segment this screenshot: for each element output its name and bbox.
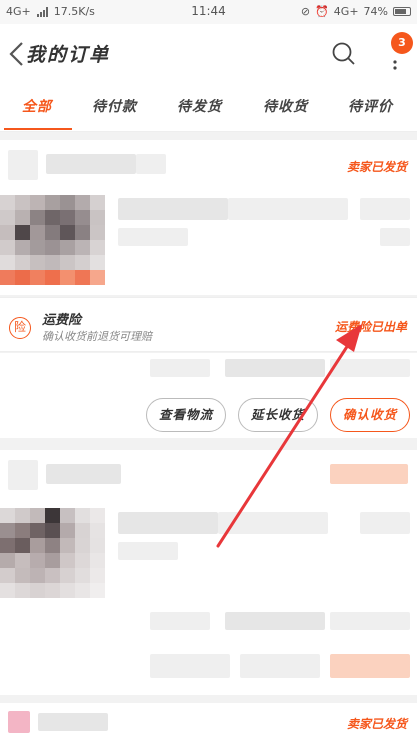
- product-title-redacted: [218, 512, 328, 534]
- order-card[interactable]: 卖家已发货: [0, 140, 417, 295]
- shop-avatar: [8, 460, 38, 490]
- shop-avatar: [8, 150, 38, 180]
- insurance-subtitle: 确认收货前退货可理赔: [42, 330, 152, 343]
- shop-name-redacted: [136, 154, 166, 174]
- order-total-redacted: [225, 612, 325, 630]
- tab-pending-receipt[interactable]: 待收货: [263, 96, 308, 116]
- active-tab-indicator: [4, 128, 72, 130]
- product-image[interactable]: [0, 508, 105, 598]
- product-image[interactable]: [0, 195, 105, 285]
- tab-pending-shipment[interactable]: 待发货: [177, 96, 222, 116]
- order-status: 卖家已发货: [346, 160, 407, 174]
- shop-avatar: [8, 711, 30, 733]
- action-button-redacted: [240, 654, 320, 678]
- alarm-icon: ⏰: [315, 5, 329, 18]
- page-title: 我的订单: [26, 44, 111, 66]
- tab-all[interactable]: 全部: [22, 96, 52, 116]
- product-qty-redacted: [380, 228, 410, 246]
- extend-receipt-button[interactable]: 延长收货: [238, 398, 318, 432]
- order-tabs: 全部 待付款 待发货 待收货 待评价: [0, 84, 417, 132]
- product-price-redacted: [360, 198, 410, 220]
- mute-icon: ⊘: [300, 5, 311, 18]
- battery-percent: 74%: [363, 5, 388, 18]
- order-total-redacted: [330, 612, 410, 630]
- nav-bar: 我的订单 3: [0, 24, 417, 84]
- tab-pending-review[interactable]: 待评价: [348, 96, 393, 116]
- order-actions: 查看物流 延长收货 确认收货: [0, 353, 417, 438]
- insurance-icon: 险: [9, 317, 31, 339]
- search-icon[interactable]: [330, 40, 358, 68]
- order-status-redacted: [330, 464, 408, 484]
- order-card[interactable]: [0, 450, 417, 695]
- notification-badge: 3: [391, 32, 413, 54]
- status-bar: 4G+ 17.5K/s 11:44 ⊘ ⏰ 4G+ 74%: [0, 0, 417, 24]
- insurance-title: 运费险: [42, 313, 82, 328]
- order-card[interactable]: 卖家已发货: [0, 703, 417, 753]
- product-spec-redacted: [118, 542, 178, 560]
- order-total-redacted: [330, 359, 410, 377]
- shop-name-redacted: [46, 154, 136, 174]
- order-total-redacted: [150, 359, 210, 377]
- insurance-status: 运费险已出单: [334, 320, 407, 334]
- product-title-redacted: [118, 198, 228, 220]
- order-total-redacted: [225, 359, 325, 377]
- product-price-redacted: [360, 512, 410, 534]
- status-right: ⊘ ⏰ 4G+ 74%: [301, 5, 411, 18]
- shop-name-redacted: [46, 464, 121, 484]
- battery-icon: [393, 7, 411, 16]
- shop-name-redacted: [38, 713, 108, 731]
- confirm-receipt-button[interactable]: 确认收货: [330, 398, 410, 432]
- network-type-right: 4G+: [333, 5, 359, 18]
- view-logistics-button[interactable]: 查看物流: [146, 398, 226, 432]
- product-spec-redacted: [118, 228, 188, 246]
- product-title-redacted: [228, 198, 348, 220]
- tab-pending-payment[interactable]: 待付款: [92, 96, 137, 116]
- shipping-insurance-row[interactable]: 险 运费险 确认收货前退货可理赔 运费险已出单: [0, 297, 417, 352]
- order-status: 卖家已发货: [346, 717, 407, 731]
- action-button-redacted: [150, 654, 230, 678]
- product-title-redacted: [118, 512, 218, 534]
- order-total-redacted: [150, 612, 210, 630]
- action-button-redacted: [330, 654, 410, 678]
